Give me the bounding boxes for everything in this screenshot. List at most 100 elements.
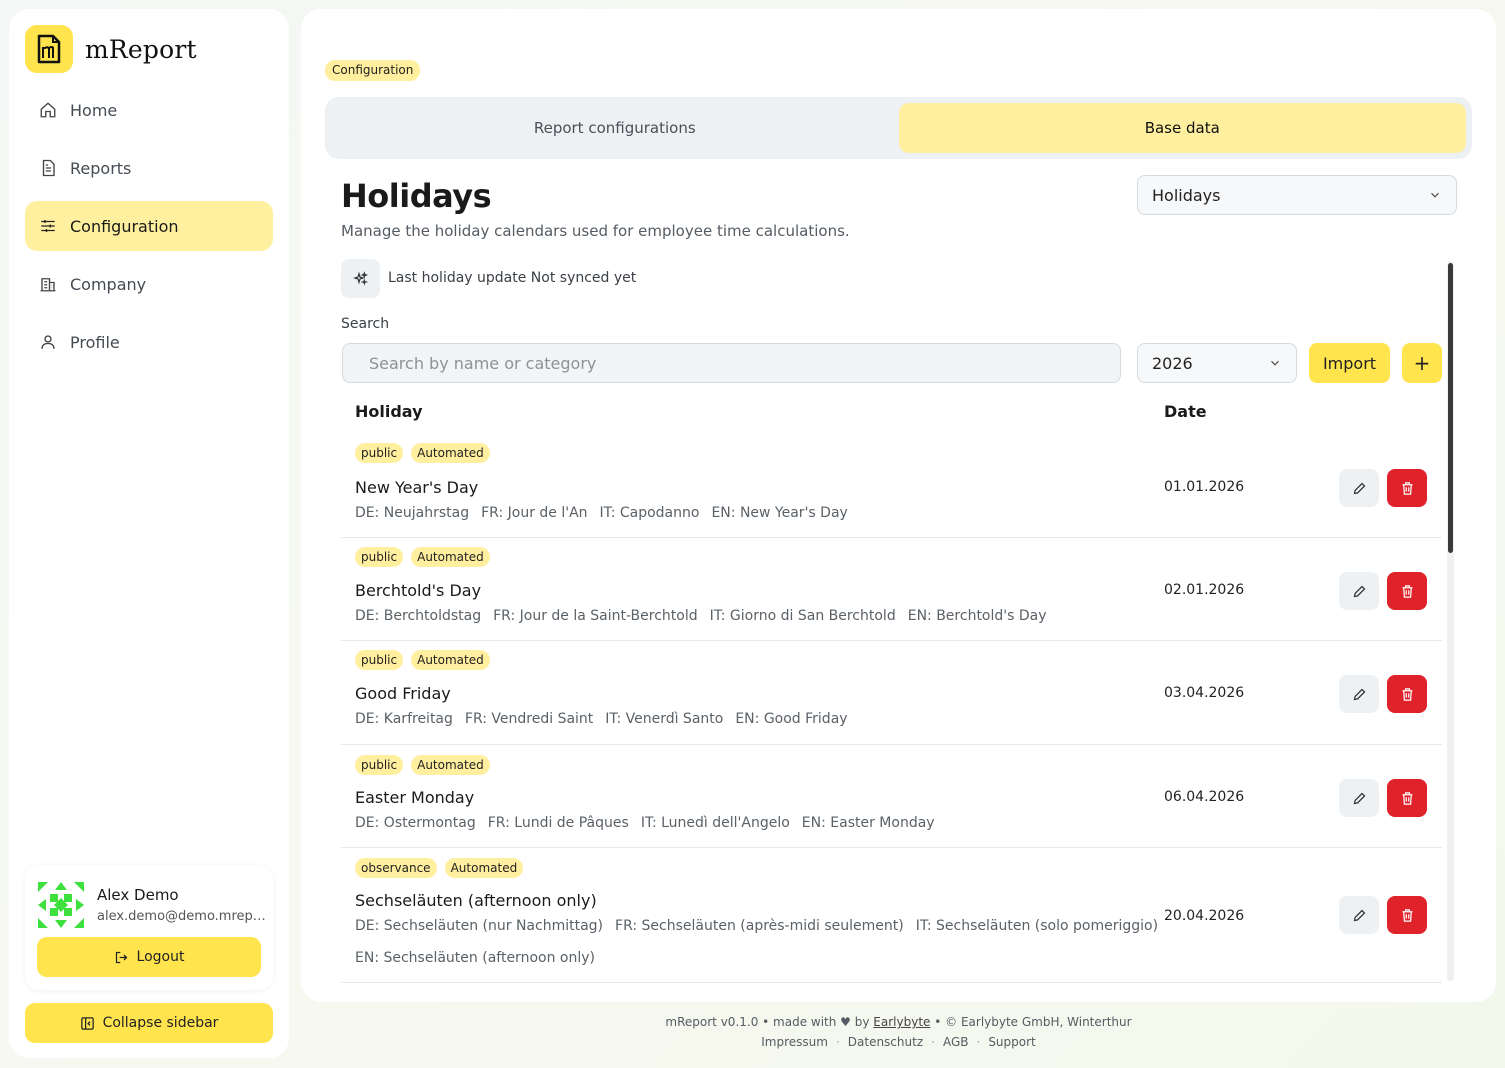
delete-button[interactable] [1387,572,1427,610]
base-data-type-value: Holidays [1152,185,1221,205]
holiday-name: Good Friday [355,684,451,703]
pencil-icon [1353,688,1365,700]
sidebar-item-label: Configuration [70,216,179,236]
category-badge: public [355,443,404,463]
table-row: public Automated Good Friday DE: Karfrei… [341,641,1442,745]
delete-button[interactable] [1387,469,1427,507]
holiday-date: 01.01.2026 [1164,479,1245,495]
translation-de: DE: Neujahrstag [355,505,470,521]
footer-prefix: mReport v0.1.0 • made with ♥ by [665,1015,870,1029]
translation-de: DE: Berchtoldstag [355,608,482,624]
category-badge: public [355,547,404,567]
tab-report-configurations[interactable]: Report configurations [331,103,899,153]
chevron-down-icon [1431,192,1439,198]
row-badges: public Automated [355,650,498,670]
automated-badge: Automated [411,443,490,463]
page-subtitle: Manage the holiday calendars used for em… [341,222,850,240]
app-logo-icon [25,25,73,73]
edit-button[interactable] [1339,896,1379,934]
sparkles-icon [352,270,368,286]
sidebar: mReport Home Reports Configuration Compa… [9,9,289,1058]
base-data-type-select[interactable]: Holidays [1137,175,1457,215]
translation-it: IT: Capodanno [599,505,700,521]
column-header-date: Date [1164,402,1207,421]
delete-button[interactable] [1387,675,1427,713]
home-icon [40,102,56,118]
row-badges: public Automated [355,755,498,775]
edit-button[interactable] [1339,469,1379,507]
category-badge: public [355,650,404,670]
sidebar-item-label: Profile [70,332,120,352]
translation-fr: FR: Lundi de Pâques [487,815,629,831]
tab-base-data[interactable]: Base data [898,103,1466,153]
logout-button[interactable]: Logout [37,937,261,977]
holiday-name: Easter Monday [355,788,475,807]
edit-button[interactable] [1339,675,1379,713]
footer-link-support[interactable]: Support [988,1035,1035,1049]
translation-fr: FR: Jour de l'An [481,505,588,521]
user-card: Alex Demo alex.demo@demo.mreport.ch Logo… [25,865,273,990]
add-holiday-button[interactable]: + [1402,343,1442,383]
translation-it: IT: Giorno di San Berchtold [709,608,896,624]
category-badge: observance [355,858,437,878]
trash-icon [1402,687,1412,701]
sidebar-nav: Home Reports Configuration Company Profi… [25,85,273,375]
translation-fr: FR: Sechseläuten (après-midi seulement) [615,918,904,934]
chevron-down-icon [1271,360,1279,366]
sidebar-item-company[interactable]: Company [25,259,273,309]
holiday-date: 20.04.2026 [1164,908,1245,924]
holiday-name: Berchtold's Day [355,581,482,600]
building-icon [40,278,56,292]
row-badges: public Automated [355,443,498,463]
last-sync-status: Last holiday update Not synced yet [388,270,637,286]
delete-button[interactable] [1387,779,1427,817]
pencil-icon [1353,792,1365,804]
trash-icon [1402,481,1412,495]
footer-brand-link[interactable]: Earlybyte [873,1015,930,1029]
translation-de: DE: Sechseläuten (nur Nachmittag) [355,918,604,934]
footer-link-impressum[interactable]: Impressum [761,1035,828,1049]
holiday-date: 06.04.2026 [1164,789,1245,805]
footer-link-datenschutz[interactable]: Datenschutz [848,1035,923,1049]
sidebar-item-profile[interactable]: Profile [25,317,273,367]
logout-icon [115,951,127,963]
sync-holidays-button[interactable] [341,259,380,298]
user-icon [41,335,55,349]
year-select-value: 2026 [1152,353,1193,373]
edit-button[interactable] [1339,779,1379,817]
translation-fr: FR: Jour de la Saint-Berchtold [493,608,698,624]
sidebar-item-reports[interactable]: Reports [25,143,273,193]
holiday-translations-wrap: EN: Sechseläuten (afternoon only) [355,950,607,966]
table-row: public Automated Easter Monday DE: Oster… [341,745,1442,848]
table-row: public Automated New Year's Day DE: Neuj… [341,434,1442,538]
sidebar-item-home[interactable]: Home [25,85,273,135]
app-name: mReport [85,34,197,64]
main-panel: Configuration Report configurations Base… [301,9,1496,1002]
footer-link-agb[interactable]: AGB [943,1035,969,1049]
brand[interactable]: mReport [25,25,197,73]
avatar [36,880,86,930]
table-scrollbar[interactable] [1447,261,1454,981]
search-input[interactable] [342,343,1121,383]
year-select[interactable]: 2026 [1137,343,1297,383]
sidebar-item-configuration[interactable]: Configuration [25,201,273,251]
row-badges: public Automated [355,547,498,567]
page-title: Holidays [341,177,492,215]
user-email: alex.demo@demo.mreport.ch [97,909,267,924]
footer-suffix: • © Earlybyte GmbH, Winterthur [934,1015,1132,1029]
translation-en: EN: Sechseläuten (afternoon only) [355,950,595,966]
footer-separator: · [931,1035,935,1049]
footer-separator: · [976,1035,981,1049]
edit-button[interactable] [1339,572,1379,610]
automated-badge: Automated [411,650,490,670]
pencil-icon [1353,482,1365,494]
collapse-sidebar-button[interactable]: Collapse sidebar [25,1003,273,1043]
import-button[interactable]: Import [1309,343,1390,383]
holidays-table: public Automated New Year's Day DE: Neuj… [341,434,1442,983]
user-name: Alex Demo [97,886,179,904]
delete-button[interactable] [1387,896,1427,934]
scrollbar-thumb[interactable] [1448,263,1453,553]
sidebar-item-label: Company [70,274,147,294]
column-header-holiday: Holiday [355,402,423,421]
holiday-name: Sechseläuten (afternoon only) [355,891,597,910]
